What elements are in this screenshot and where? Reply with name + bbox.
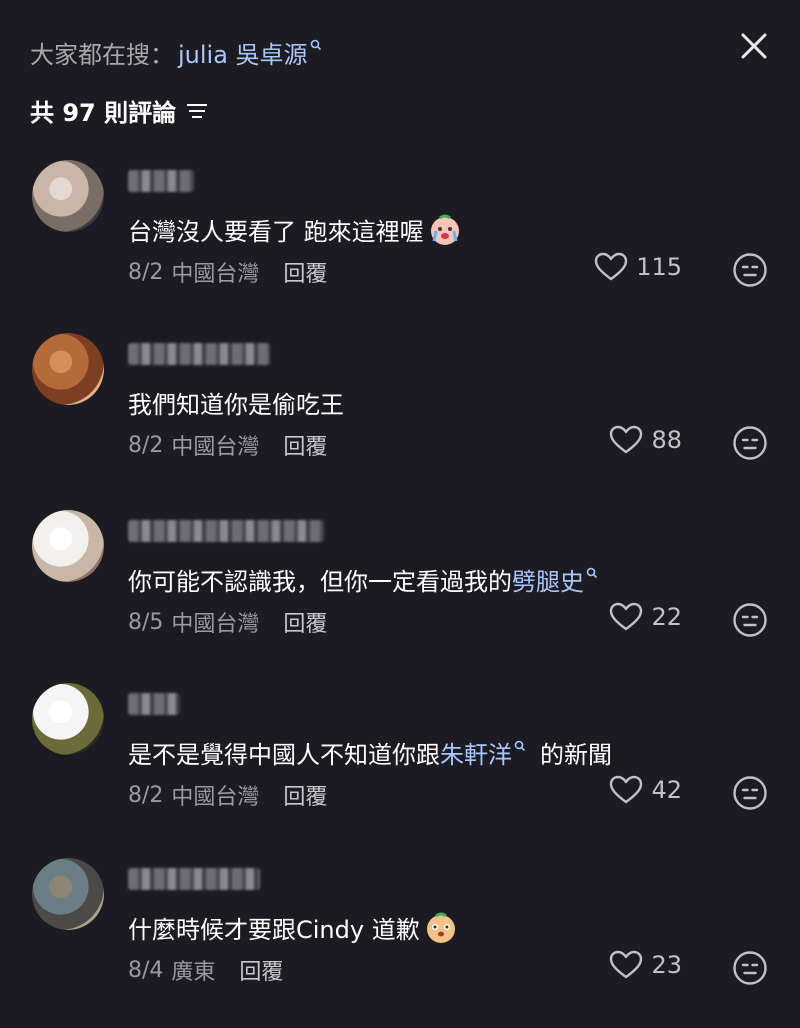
comment-meta: 8/4 廣東 回覆: [128, 954, 283, 986]
comment-text: 台灣沒人要看了 跑來這裡喔: [128, 212, 462, 247]
search-icon: [514, 740, 526, 751]
comment-meta: 8/5 中國台灣 回覆: [128, 606, 327, 638]
avatar[interactable]: [32, 858, 104, 930]
dislike-face-icon[interactable]: [732, 950, 768, 986]
dislike-face-icon[interactable]: [732, 252, 768, 288]
username-blurred[interactable]: [128, 170, 194, 192]
heart-icon: [594, 252, 628, 281]
like-count: 115: [636, 253, 682, 281]
search-link[interactable]: 劈腿史: [512, 562, 584, 597]
comment-meta: 8/2 中國台灣 回覆: [128, 779, 327, 811]
comment-item: 台灣沒人要看了 跑來這裡喔 8/2 中國台灣 回覆 115: [0, 160, 800, 330]
like-button[interactable]: 42: [609, 775, 682, 805]
username-blurred[interactable]: [128, 868, 260, 890]
comment-meta: 8/2 中國台灣 回覆: [128, 429, 327, 461]
comment-location: 廣東: [171, 960, 216, 985]
username-blurred[interactable]: [128, 520, 324, 542]
like-button[interactable]: 23: [609, 950, 682, 980]
heart-icon: [610, 602, 643, 631]
close-icon[interactable]: [734, 26, 774, 66]
reply-button[interactable]: 回覆: [283, 606, 327, 638]
search-suggestion-term[interactable]: julia 吳卓源: [178, 35, 308, 70]
reply-button[interactable]: 回覆: [283, 429, 327, 461]
comment-item: 你可能不認識我，但你一定看過我的 劈腿史 8/5 中國台灣 回覆 22: [0, 510, 800, 680]
reply-button[interactable]: 回覆: [283, 779, 327, 811]
dislike-face-icon[interactable]: [732, 775, 768, 811]
comment-text-part: 你可能不認識我，但你一定看過我的: [128, 568, 512, 596]
like-count: 23: [651, 951, 682, 979]
comment-text-part: 我們知道你是偷吃王: [128, 391, 344, 419]
like-button[interactable]: 88: [609, 425, 682, 455]
like-count: 88: [651, 426, 682, 454]
comment-location: 中國台灣: [171, 612, 260, 637]
comment-text: 是不是覺得中國人不知道你跟 朱軒洋 的新聞: [128, 735, 612, 770]
heart-icon: [610, 775, 643, 804]
dislike-face-icon[interactable]: [732, 602, 768, 638]
heart-icon: [610, 950, 643, 979]
comment-count-label: 共 97 則評論: [30, 98, 177, 127]
comment-text-part: 什麼時候才要跟Cindy 道歉: [128, 916, 420, 944]
comment-date: 8/2: [128, 259, 164, 285]
sort-icon[interactable]: [186, 102, 208, 120]
avatar[interactable]: [32, 683, 104, 755]
search-icon: [310, 39, 321, 51]
like-button[interactable]: 22: [609, 602, 682, 632]
dislike-face-icon[interactable]: [732, 425, 768, 461]
search-suggestion[interactable]: 大家都在搜： julia 吳卓源: [30, 30, 322, 74]
comment-date: 8/2: [128, 782, 164, 808]
search-icon: [586, 567, 598, 578]
crying-face-emoji: [430, 214, 459, 245]
reply-button[interactable]: 回覆: [283, 256, 327, 288]
comment-date: 8/5: [128, 609, 164, 635]
comment-item: 我們知道你是偷吃王 8/2 中國台灣 回覆 88: [0, 333, 800, 503]
avatar[interactable]: [32, 333, 104, 405]
username-blurred[interactable]: [128, 693, 180, 715]
comment-meta: 8/2 中國台灣 回覆: [128, 256, 327, 288]
smiling-face-emoji: [426, 912, 455, 943]
search-suggestion-prefix: 大家都在搜：: [30, 40, 174, 69]
comment-text: 我們知道你是偷吃王: [128, 385, 344, 420]
like-count: 22: [651, 603, 682, 631]
like-count: 42: [651, 776, 682, 804]
comment-location: 中國台灣: [171, 435, 260, 460]
avatar[interactable]: [32, 160, 104, 232]
comment-date: 8/2: [128, 432, 164, 458]
comment-item: 什麼時候才要跟Cindy 道歉 8/4 廣東 回覆 23: [0, 858, 800, 1028]
comment-text: 什麼時候才要跟Cindy 道歉: [128, 910, 458, 945]
heart-icon: [610, 425, 643, 454]
username-blurred[interactable]: [128, 343, 270, 365]
comment-text-part: 台灣沒人要看了 跑來這裡喔: [128, 218, 424, 246]
avatar[interactable]: [32, 510, 104, 582]
comment-item: 是不是覺得中國人不知道你跟 朱軒洋 的新聞 8/2 中國台灣 回覆 42: [0, 683, 800, 853]
comment-date: 8/4: [128, 957, 164, 983]
reply-button[interactable]: 回覆: [239, 954, 283, 986]
like-button[interactable]: 115: [594, 252, 682, 282]
comment-text-part: 的新聞: [540, 741, 612, 769]
search-link[interactable]: 朱軒洋: [440, 735, 512, 770]
comment-location: 中國台灣: [171, 262, 260, 287]
comment-count-sort[interactable]: 共 97 則評論: [30, 88, 208, 132]
comment-location: 中國台灣: [171, 785, 260, 810]
comment-text-part: 是不是覺得中國人不知道你跟: [128, 741, 440, 769]
comment-text: 你可能不認識我，但你一定看過我的 劈腿史: [128, 562, 612, 597]
